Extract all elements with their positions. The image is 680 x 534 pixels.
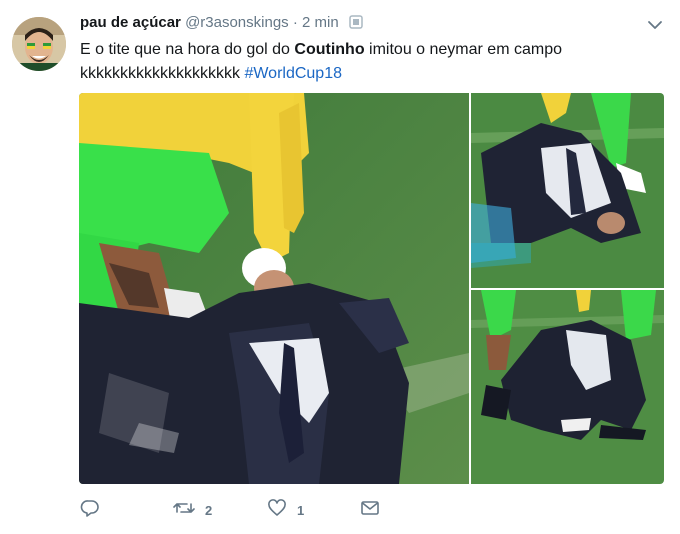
tweet-text: E o tite que na hora do gol do Coutinho … — [80, 38, 670, 86]
like-count: 1 — [297, 502, 305, 518]
display-name[interactable]: pau de açúcar — [80, 14, 181, 31]
tweet-card: pau de açúcar @r3asonskings · 2 min E o … — [0, 0, 680, 534]
heart-icon — [267, 498, 287, 523]
photo-main[interactable] — [79, 93, 469, 484]
retweet-count: 2 — [205, 502, 213, 518]
photo-top-right[interactable] — [471, 93, 664, 288]
envelope-icon — [360, 498, 380, 523]
tweet-actions: 2 1 — [80, 498, 640, 522]
chevron-down-icon[interactable] — [645, 15, 665, 35]
tweet-text-line2: kkkkkkkkkkkkkkkkkkkk — [80, 65, 245, 82]
like-button[interactable]: 1 — [267, 498, 304, 522]
tweet-text-part1: E o tite que na hora do gol do — [80, 41, 295, 58]
tweet-header: pau de açúcar @r3asonskings · 2 min — [80, 13, 363, 35]
retweet-icon — [173, 498, 195, 523]
timestamp[interactable]: 2 min — [302, 14, 339, 31]
reply-button[interactable] — [80, 498, 100, 522]
verified-icon — [349, 15, 363, 35]
handle[interactable]: @r3asonskings — [185, 14, 289, 31]
tweet-text-bold: Coutinho — [294, 41, 365, 58]
retweet-button[interactable]: 2 — [173, 498, 212, 522]
separator-dot: · — [292, 14, 298, 31]
direct-message-button[interactable] — [360, 498, 380, 522]
tweet-text-part2: imitou o neymar em campo — [364, 41, 562, 58]
avatar[interactable] — [12, 17, 66, 71]
hashtag-link[interactable]: #WorldCup18 — [244, 65, 342, 82]
photo-bottom-right[interactable] — [471, 290, 664, 484]
reply-icon — [80, 498, 100, 523]
